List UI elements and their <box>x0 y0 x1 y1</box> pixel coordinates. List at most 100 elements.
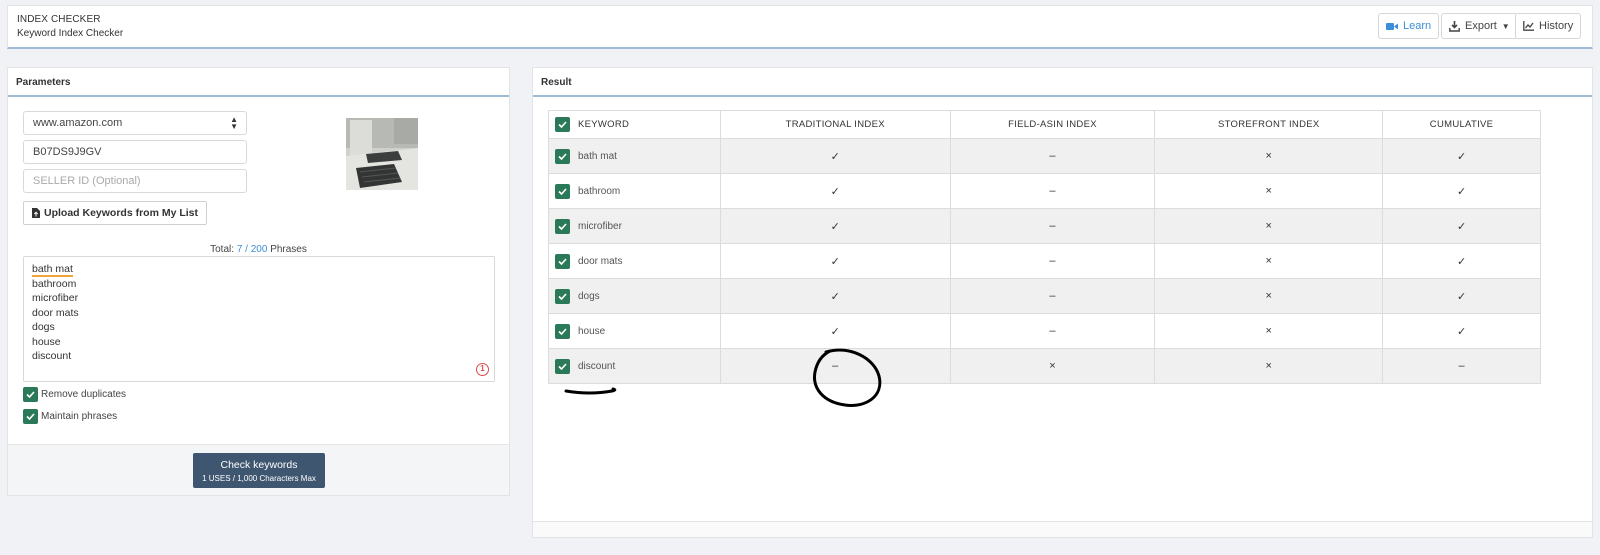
index-status-icon: × <box>1265 325 1272 337</box>
field-asin-index-cell: – <box>949 173 1156 209</box>
index-status-icon: × <box>1265 290 1272 302</box>
keyword-text: discount <box>578 360 616 372</box>
keyword-cell: microfiber <box>548 208 721 244</box>
index-status-icon: × <box>1265 220 1272 232</box>
row-checkbox[interactable] <box>555 288 570 304</box>
column-header-traditional[interactable]: TRADITIONAL INDEX <box>719 110 951 139</box>
remove-duplicates-option[interactable]: Remove duplicates <box>23 387 126 402</box>
check-keywords-usage: 1 USES / 1,000 Characters Max <box>202 474 316 483</box>
export-button[interactable]: Export ▼ <box>1441 13 1518 39</box>
export-label: Export <box>1465 20 1497 32</box>
check-icon <box>558 292 567 300</box>
traditional-index-cell: ✓ <box>719 313 951 349</box>
phrase-total: Total: 7 / 200 Phrases <box>8 244 509 255</box>
select-all-checkbox[interactable] <box>555 117 570 132</box>
file-upload-icon <box>32 208 40 218</box>
total-unit: Phrases <box>270 244 307 255</box>
seller-id-input[interactable]: SELLER ID (Optional) <box>23 169 247 193</box>
row-checkbox[interactable] <box>555 218 570 234</box>
index-status-icon: ✓ <box>1456 290 1467 303</box>
total-used: 7 <box>236 244 243 255</box>
page-subtitle: Keyword Index Checker <box>17 28 124 39</box>
result-table-body: bath mat ✓ – × ✓ bathroom ✓ – × ✓ microfiber ✓ – × ✓ do… <box>548 138 1541 384</box>
check-icon <box>558 257 567 265</box>
total-max: 200 <box>250 244 268 255</box>
column-header-field-asin[interactable]: FIELD-ASIN INDEX <box>949 110 1156 139</box>
keyword-line: dogs <box>32 321 55 334</box>
parameters-heading: Parameters <box>8 68 509 97</box>
total-separator: / <box>245 244 248 255</box>
result-table: KEYWORD TRADITIONAL INDEX FIELD-ASIN IND… <box>548 110 1541 384</box>
keyword-text: bath mat <box>578 150 617 162</box>
keyword-line: bath mat <box>32 263 73 277</box>
index-status-icon: – <box>832 360 839 372</box>
table-row: dogs ✓ – × ✓ <box>548 278 1541 314</box>
index-status-icon: – <box>1049 290 1056 302</box>
keyword-line: microfiber <box>32 292 79 305</box>
row-checkbox[interactable] <box>555 148 570 164</box>
cumulative-cell: ✓ <box>1382 278 1541 314</box>
maintain-phrases-option[interactable]: Maintain phrases <box>23 409 117 424</box>
maintain-phrases-checkbox[interactable] <box>23 409 38 424</box>
error-count-badge[interactable]: 1 <box>476 363 489 376</box>
column-header-cumulative[interactable]: CUMULATIVE <box>1382 110 1541 139</box>
index-status-icon: ✓ <box>830 150 840 163</box>
check-icon <box>558 152 567 160</box>
check-icon <box>558 222 567 230</box>
index-status-icon: × <box>1265 185 1272 197</box>
row-checkbox[interactable] <box>555 183 570 199</box>
index-status-icon: – <box>1049 220 1056 232</box>
learn-button[interactable]: Learn <box>1378 13 1440 39</box>
check-icon <box>558 187 567 195</box>
select-arrows-icon: ▲ ▼ <box>230 115 238 131</box>
keyword-line: discount <box>32 350 72 363</box>
page-header: INDEX CHECKER Keyword Index Checker Lear… <box>7 5 1593 49</box>
index-status-icon: ✓ <box>830 290 840 303</box>
table-row: bathroom ✓ – × ✓ <box>548 173 1541 209</box>
index-status-icon: – <box>1049 325 1056 337</box>
cumulative-cell: – <box>1382 348 1541 384</box>
keyword-cell: bathroom <box>548 173 721 209</box>
total-label: Total: <box>210 244 235 255</box>
traditional-index-cell: – <box>719 348 951 384</box>
check-keywords-button[interactable]: Check keywords 1 USES / 1,000 Characters… <box>193 453 325 488</box>
row-checkbox[interactable] <box>555 358 570 374</box>
asin-input[interactable]: B07DS9J9GV <box>23 140 247 164</box>
index-status-icon: – <box>1049 150 1056 162</box>
row-checkbox[interactable] <box>555 323 570 339</box>
history-label: History <box>1539 20 1574 32</box>
row-checkbox[interactable] <box>555 253 570 269</box>
keyword-text: dogs <box>578 290 600 302</box>
keyword-cell: bath mat <box>548 138 721 174</box>
keyword-cell: house <box>548 313 721 349</box>
cumulative-cell: ✓ <box>1382 313 1541 349</box>
upload-keywords-label: Upload Keywords from My List <box>44 207 199 219</box>
remove-duplicates-checkbox[interactable] <box>23 387 38 402</box>
column-header-storefront[interactable]: STOREFRONT INDEX <box>1154 110 1384 139</box>
cumulative-cell: ✓ <box>1382 243 1541 279</box>
table-row: microfiber ✓ – × ✓ <box>548 208 1541 244</box>
index-status-icon: × <box>1265 150 1272 162</box>
keyword-text: house <box>578 325 606 337</box>
learn-label: Learn <box>1403 20 1432 32</box>
index-status-icon: ✓ <box>830 255 840 268</box>
index-status-icon: ✓ <box>1456 255 1467 268</box>
traditional-index-cell: ✓ <box>719 173 951 209</box>
history-button[interactable]: History <box>1515 13 1582 39</box>
keywords-textarea[interactable]: bath mat bathroom microfiber door mats d… <box>23 256 495 382</box>
index-status-icon: – <box>1458 360 1465 372</box>
marketplace-value: www.amazon.com <box>33 117 123 129</box>
index-status-icon: – <box>1049 255 1056 267</box>
storefront-index-cell: × <box>1154 138 1384 174</box>
index-status-icon: ✓ <box>1456 150 1467 163</box>
column-header-keyword[interactable]: KEYWORD <box>548 110 721 139</box>
keyword-line: door mats <box>32 306 79 319</box>
parameters-footer: Check keywords 1 USES / 1,000 Characters… <box>8 444 509 495</box>
table-row: discount – × × – <box>548 348 1541 384</box>
index-status-icon: × <box>1265 360 1272 372</box>
marketplace-select[interactable]: www.amazon.com ▲ ▼ <box>23 111 247 135</box>
traditional-index-cell: ✓ <box>719 208 951 244</box>
index-status-icon: ✓ <box>1456 325 1467 338</box>
upload-keywords-button[interactable]: Upload Keywords from My List <box>23 201 208 225</box>
result-heading: Result <box>533 68 1592 97</box>
